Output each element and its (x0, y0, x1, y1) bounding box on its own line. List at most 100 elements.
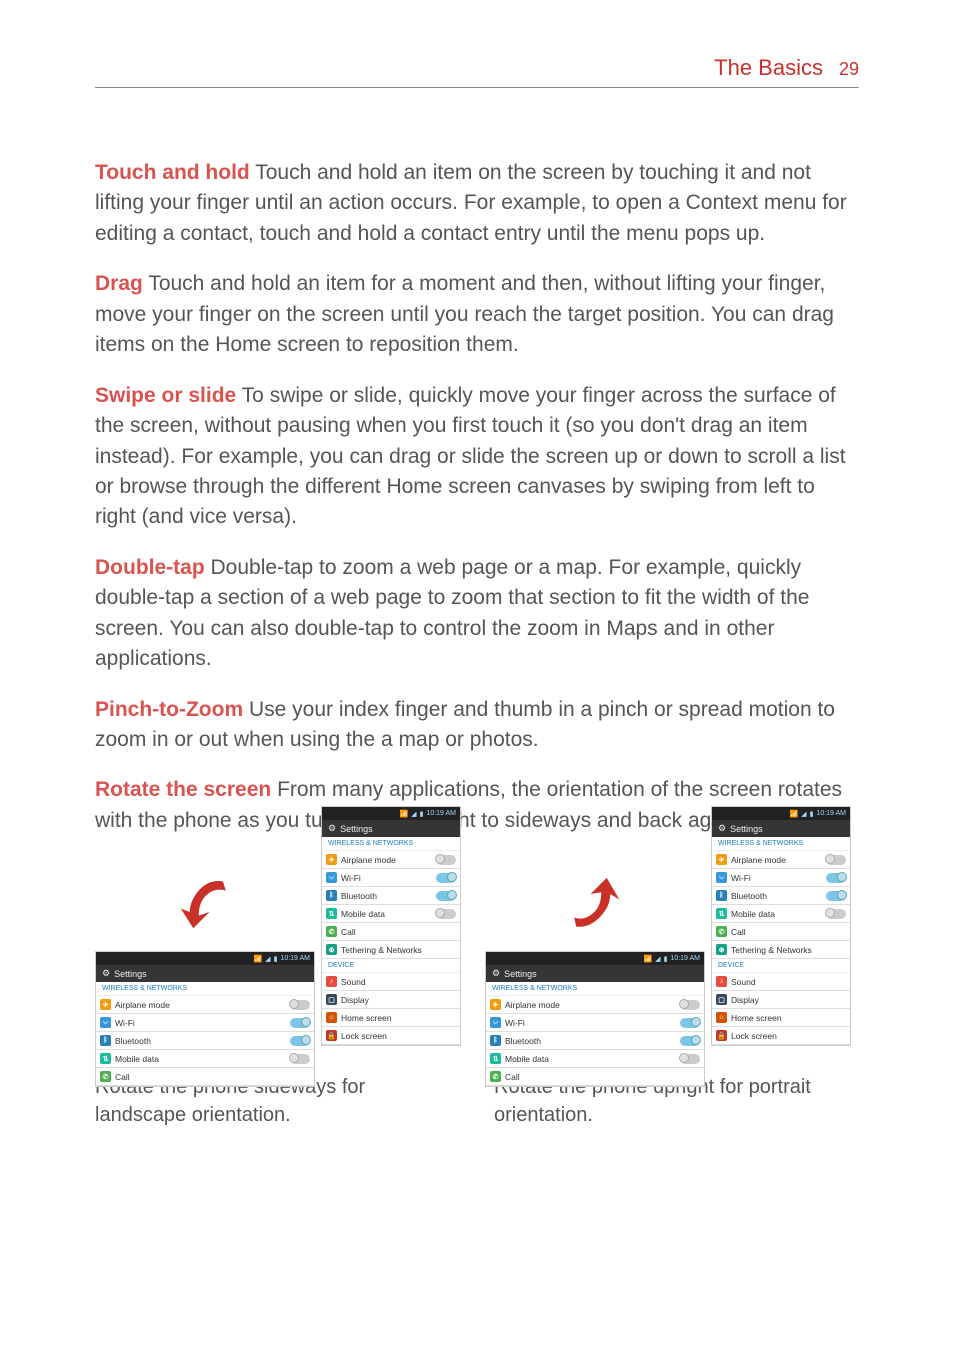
phone-landscape-left: 📶 ◢ ▮ 10:19 AM ⚙ Settings WIRELESS & NET… (95, 856, 315, 1061)
home-icon: ⌂ (716, 1012, 727, 1023)
arrow-down-icon (95, 856, 315, 951)
toggle-mobiledata[interactable] (290, 1054, 310, 1064)
toggle-mobiledata[interactable] (826, 909, 846, 919)
row-bluetooth[interactable]: ᛒBluetooth (96, 1032, 314, 1050)
row-homescreen[interactable]: ⌂ Home screen (712, 1009, 850, 1027)
cat-wireless: WIRELESS & NETWORKS (486, 982, 704, 996)
para-pinch: Pinch-to-Zoom Use your index finger and … (95, 695, 859, 756)
row-wifi[interactable]: ⌵ Wi-Fi (486, 1014, 704, 1032)
row-mobiledata[interactable]: ⇅Mobile data (96, 1050, 314, 1068)
row-lockscreen[interactable]: 🔒Lock screen (712, 1027, 850, 1045)
toggle-airplane[interactable] (290, 1000, 310, 1010)
status-time: 10:19 AM (426, 810, 456, 817)
row-call[interactable]: ✆Call (322, 923, 460, 941)
row-sound[interactable]: ♪ Sound (712, 973, 850, 991)
bluetooth-icon: ᛒ (326, 890, 337, 901)
row-tethering[interactable]: ⊕Tethering & Networks (712, 941, 850, 959)
bluetooth-icon: ᛒ (716, 890, 727, 901)
label-wifi: Wi-Fi (341, 873, 361, 883)
row-mobiledata[interactable]: ⇅Mobile data (486, 1050, 704, 1068)
toggle-wifi[interactable] (826, 873, 846, 883)
toggle-wifi[interactable] (436, 873, 456, 883)
status-time: 10:19 AM (816, 810, 846, 817)
label-bluetooth: Bluetooth (731, 891, 767, 901)
para-swipe: Swipe or slide To swipe or slide, quickl… (95, 381, 859, 533)
row-mobiledata[interactable]: ⇅Mobile data (322, 905, 460, 923)
settings-portrait-right: 📶 ◢ ▮ 10:19 AM ⚙Settings WIRELESS & NETW… (711, 806, 851, 1046)
label-homescreen: Home screen (731, 1013, 782, 1023)
gear-icon: ⚙ (718, 823, 726, 834)
cat-device: DEVICE (712, 959, 850, 973)
label-mobiledata: Mobile data (115, 1054, 159, 1064)
row-homescreen[interactable]: ⌂Home screen (322, 1009, 460, 1027)
toggle-bluetooth[interactable] (826, 891, 846, 901)
row-mobiledata[interactable]: ⇅Mobile data (712, 905, 850, 923)
label-lockscreen: Lock screen (341, 1031, 387, 1041)
row-airplane[interactable]: ✈Airplane mode (712, 851, 850, 869)
signal-icon: ◢ (801, 810, 806, 818)
settings-header: ⚙ Settings (96, 965, 314, 982)
row-bluetooth[interactable]: ᛒBluetooth (322, 887, 460, 905)
toggle-mobiledata[interactable] (436, 909, 456, 919)
toggle-wifi[interactable] (290, 1018, 310, 1028)
signal-icon: ◢ (655, 955, 660, 963)
row-tethering[interactable]: ⊕Tethering & Networks (322, 941, 460, 959)
row-display[interactable]: ▢Display (712, 991, 850, 1009)
label-airplane: Airplane mode (341, 855, 396, 865)
gear-icon: ⚙ (102, 968, 110, 979)
toggle-mobiledata[interactable] (680, 1054, 700, 1064)
home-icon: ⌂ (326, 1012, 337, 1023)
row-wifi[interactable]: ⌵Wi-Fi (96, 1014, 314, 1032)
row-bluetooth[interactable]: ᛒ Bluetooth (712, 887, 850, 905)
call-icon: ✆ (100, 1071, 111, 1082)
row-wifi[interactable]: ⌵Wi-Fi (322, 869, 460, 887)
label-mobiledata: Mobile data (731, 909, 775, 919)
row-sound[interactable]: ♪Sound (322, 973, 460, 991)
airplane-icon: ✈ (100, 999, 111, 1010)
phone-landscape-right: 📶 ◢ ▮ 10:19 AM ⚙Settings WIRELESS & NETW… (485, 856, 705, 1061)
row-lockscreen[interactable]: 🔒 Lock screen (322, 1027, 460, 1045)
settings-header: ⚙ Settings (322, 820, 460, 837)
status-bar: 📶 ◢ ▮ 10:19 AM (96, 952, 314, 965)
term-touchhold: Touch and hold (95, 161, 250, 184)
label-bluetooth: Bluetooth (115, 1036, 151, 1046)
airplane-icon: ✈ (716, 854, 727, 865)
label-sound: Sound (731, 977, 756, 987)
toggle-bluetooth[interactable] (290, 1036, 310, 1046)
battery-icon: ▮ (664, 955, 668, 963)
toggle-airplane[interactable] (436, 855, 456, 865)
figures-row: 📶 ◢ ▮ 10:19 AM ⚙ Settings WIRELESS & NET… (95, 856, 859, 1061)
label-wifi: Wi-Fi (505, 1018, 525, 1028)
lock-icon: 🔒 (326, 1030, 337, 1041)
row-bluetooth[interactable]: ᛒBluetooth (486, 1032, 704, 1050)
toggle-airplane[interactable] (680, 1000, 700, 1010)
sound-icon: ♪ (716, 976, 727, 987)
wifi-icon: 📶 (253, 955, 262, 963)
row-call[interactable]: ✆Call (486, 1068, 704, 1086)
arrow-up-icon (485, 856, 705, 951)
term-pinch: Pinch-to-Zoom (95, 698, 243, 721)
row-airplane[interactable]: ✈Airplane mode (96, 996, 314, 1014)
row-wifi[interactable]: ⌵Wi-Fi (712, 869, 850, 887)
tethering-icon: ⊕ (326, 944, 337, 955)
toggle-bluetooth[interactable] (436, 891, 456, 901)
row-call[interactable]: ✆Call (96, 1068, 314, 1086)
row-airplane[interactable]: ✈Airplane mode (486, 996, 704, 1014)
toggle-airplane[interactable] (826, 855, 846, 865)
toggle-bluetooth[interactable] (680, 1036, 700, 1046)
toggle-wifi[interactable] (680, 1018, 700, 1028)
row-display[interactable]: ▢Display (322, 991, 460, 1009)
term-drag: Drag (95, 272, 143, 295)
settings-title: Settings (340, 824, 373, 834)
row-airplane[interactable]: ✈Airplane mode (322, 851, 460, 869)
battery-icon: ▮ (274, 955, 278, 963)
wifi-box-icon: ⌵ (490, 1017, 501, 1028)
para-touchhold: Touch and hold Touch and hold an item on… (95, 158, 859, 249)
label-display: Display (731, 995, 759, 1005)
row-call[interactable]: ✆Call (712, 923, 850, 941)
section-title: The Basics (714, 55, 823, 81)
cat-wireless: WIRELESS & NETWORKS (96, 982, 314, 996)
settings-title: Settings (504, 969, 537, 979)
battery-icon: ▮ (420, 810, 424, 818)
wifi-icon: 📶 (789, 810, 798, 818)
